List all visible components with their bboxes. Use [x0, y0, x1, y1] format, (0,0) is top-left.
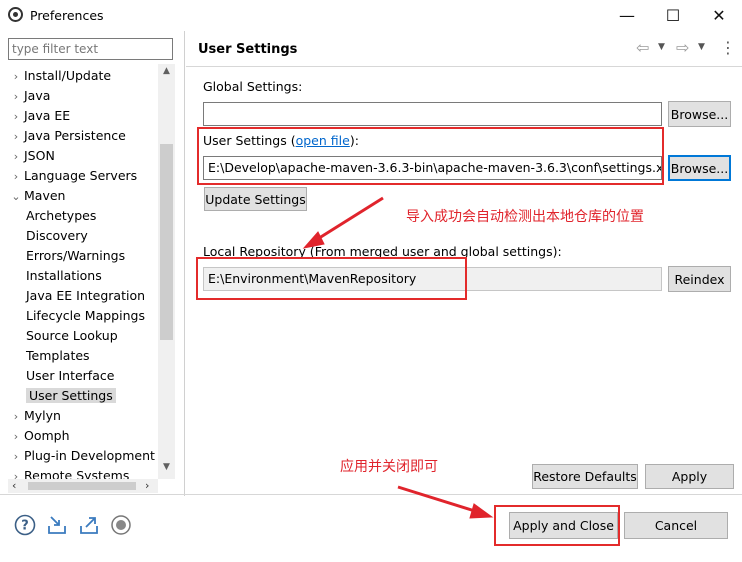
annotation-arrows [302, 196, 494, 519]
arrow-to-local-repo [315, 196, 384, 242]
arrow-to-apply-close [397, 485, 479, 514]
arrowhead-apply-close [469, 503, 494, 519]
arrowhead-local-repo [302, 231, 325, 249]
